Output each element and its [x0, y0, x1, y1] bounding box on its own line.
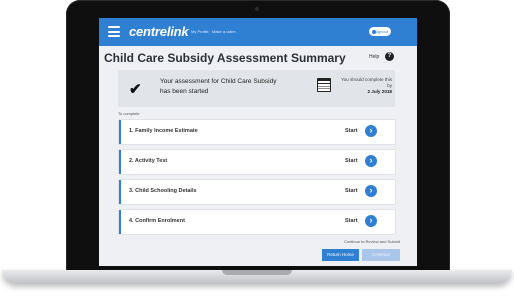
- tasks-heading: To complete: [118, 111, 140, 116]
- chevron-right-icon[interactable]: ›: [365, 215, 377, 227]
- return-home-button[interactable]: Return Home: [322, 249, 359, 261]
- due-date-block: You should complete this by 2 July 2018: [340, 77, 392, 96]
- brand-logo[interactable]: centrelink: [129, 24, 189, 39]
- task-start-label[interactable]: Start: [345, 128, 358, 134]
- camera-icon: [255, 7, 259, 11]
- continue-button[interactable]: Continue: [362, 249, 400, 261]
- due-date: 2 July 2018: [367, 89, 392, 95]
- app-header: centrelink My Profile Make a claim Signo…: [99, 18, 417, 46]
- chevron-right-icon[interactable]: ›: [365, 125, 377, 137]
- task-label: 2. Activity Test: [129, 158, 168, 164]
- signout-label: Signout: [374, 29, 388, 34]
- signout-button[interactable]: Signout: [369, 27, 391, 36]
- task-child-schooling[interactable]: 3. Child Schooling Details Start ›: [119, 180, 395, 204]
- task-label: 1. Family Income Estimate: [129, 128, 198, 134]
- chevron-right-icon[interactable]: ›: [365, 155, 377, 167]
- task-family-income[interactable]: 1. Family Income Estimate Start ›: [119, 120, 395, 144]
- task-start-label[interactable]: Start: [345, 218, 358, 224]
- nav-make-claim[interactable]: Make a claim: [212, 29, 236, 34]
- check-icon: ✔: [129, 81, 142, 98]
- menu-icon[interactable]: [108, 26, 120, 37]
- laptop-notch: [222, 270, 292, 275]
- task-start-label[interactable]: Start: [345, 158, 358, 164]
- task-start-label[interactable]: Start: [345, 188, 358, 194]
- continue-hint: Continue to Review and Submit: [343, 239, 400, 244]
- task-label: 3. Child Schooling Details: [129, 188, 197, 194]
- task-confirm-enrolment[interactable]: 4. Confirm Enrolment Start ›: [119, 210, 395, 234]
- app-screen: centrelink My Profile Make a claim Signo…: [99, 18, 417, 266]
- calendar-icon: [317, 78, 331, 92]
- due-label: You should complete this by: [341, 77, 392, 89]
- page-title: Child Care Subsidy Assessment Summary: [104, 51, 346, 65]
- power-icon: [372, 29, 376, 34]
- nav-my-profile[interactable]: My Profile: [191, 29, 209, 34]
- task-label: 4. Confirm Enrolment: [129, 218, 185, 224]
- help-link[interactable]: Help: [369, 54, 379, 60]
- status-banner: ✔ Your assessment for Child Care Subsidy…: [118, 70, 395, 107]
- help-icon[interactable]: ?: [385, 52, 394, 61]
- status-message: Your assessment for Child Care Subsidy h…: [160, 78, 277, 95]
- chevron-right-icon[interactable]: ›: [365, 185, 377, 197]
- task-activity-test[interactable]: 2. Activity Test Start ›: [119, 150, 395, 174]
